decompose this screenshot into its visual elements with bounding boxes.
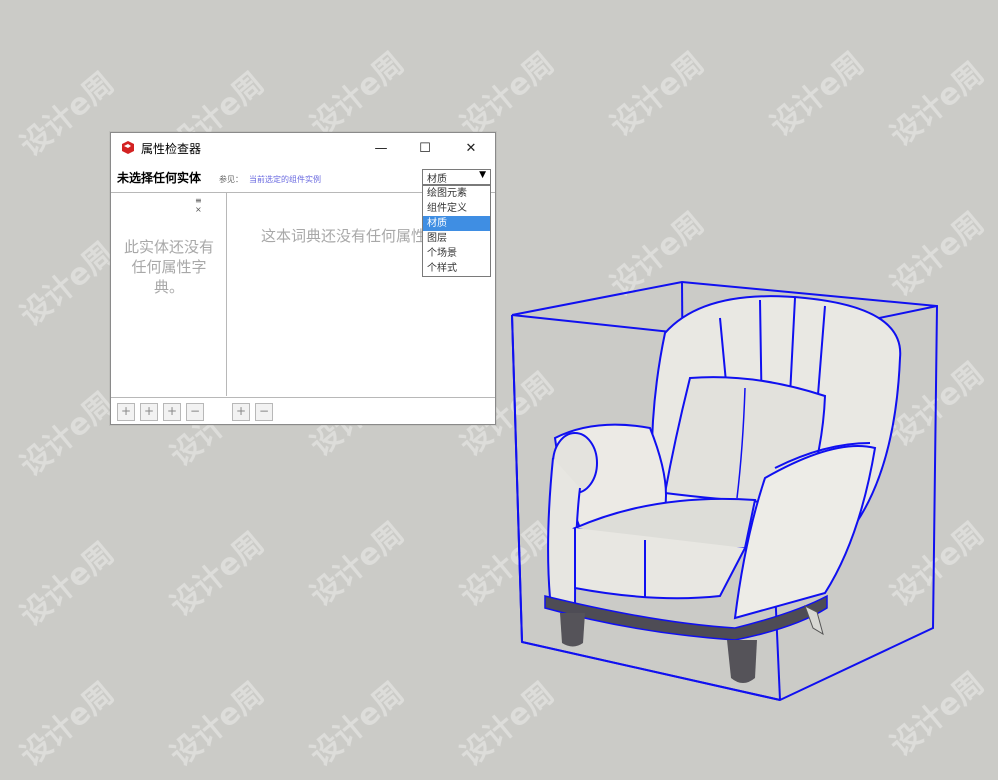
entity-status-label: 未选择任何实体 [117, 171, 202, 185]
dropdown-selected-value: 材质 [427, 174, 447, 185]
entity-info-window: 属性检查器 — ☐ ✕ 未选择任何实体 参见： 当前选定的组件实例 材质 ▼ 绘… [110, 132, 496, 425]
watermark-text: 设计e周 [13, 535, 121, 634]
remove-attribute-button[interactable]: − [255, 403, 273, 421]
watermark-text: 设计e周 [883, 55, 991, 154]
watermark-text: 设计e周 [163, 675, 271, 774]
close-button[interactable]: ✕ [449, 133, 493, 163]
watermark-text: 设计e周 [303, 675, 411, 774]
empty-dictionary-message: 这本词典还没有任何属性。 [261, 227, 442, 245]
dropdown-option[interactable]: 个样式 [423, 261, 490, 276]
dictionary-tree-panel[interactable]: ≡ × 此实体还没有任何属性字典。 [111, 193, 227, 396]
add-dictionary-alt-button[interactable]: + [163, 403, 181, 421]
add-dictionary-button[interactable]: + [117, 403, 135, 421]
dropdown-option[interactable]: 绘图元素 [423, 186, 490, 201]
armchair-model[interactable] [505, 278, 945, 708]
watermark-text: 设计e周 [13, 385, 121, 484]
see-also-link[interactable]: 当前选定的组件实例 [249, 174, 321, 185]
bottom-toolbar: + + + − + − [111, 397, 495, 425]
add-attribute-button[interactable]: + [232, 403, 250, 421]
see-also-label: 参见： [219, 175, 243, 184]
watermark-text: 设计e周 [303, 515, 411, 614]
dropdown-option[interactable]: 个场景 [423, 246, 490, 261]
remove-dictionary-button[interactable]: − [186, 403, 204, 421]
watermark-text: 设计e周 [163, 525, 271, 624]
window-title: 属性检查器 [141, 142, 202, 156]
dropdown-arrow-icon[interactable]: ▼ [479, 170, 486, 180]
window-titlebar[interactable]: 属性检查器 — ☐ ✕ [111, 133, 495, 163]
watermark-text: 设计e周 [13, 235, 121, 334]
watermark-text: 设计e周 [13, 675, 121, 774]
maximize-button[interactable]: ☐ [403, 133, 447, 163]
watermark-text: 设计e周 [13, 65, 121, 164]
watermark-text: 设计e周 [603, 45, 711, 144]
sketchup-logo-icon [122, 141, 134, 154]
watermark-text: 设计e周 [763, 45, 871, 144]
dictionary-type-select[interactable]: 材质 ▼ [422, 169, 491, 185]
watermark-text: 设计e周 [453, 45, 561, 144]
dropdown-option[interactable]: 组件定义 [423, 201, 490, 216]
dropdown-option[interactable]: 图层 [423, 231, 490, 246]
minimize-button[interactable]: — [359, 133, 403, 163]
dropdown-option[interactable]: 材质 [423, 216, 490, 231]
sort-icons[interactable]: ≡ × [195, 196, 226, 214]
dropdown-options-list: 绘图元素 组件定义 材质 图层 个场景 个样式 [422, 185, 491, 277]
add-sub-dictionary-button[interactable]: + [140, 403, 158, 421]
empty-entity-message: 此实体还没有任何属性字典。 [123, 238, 214, 296]
watermark-text: 设计e周 [303, 45, 411, 144]
